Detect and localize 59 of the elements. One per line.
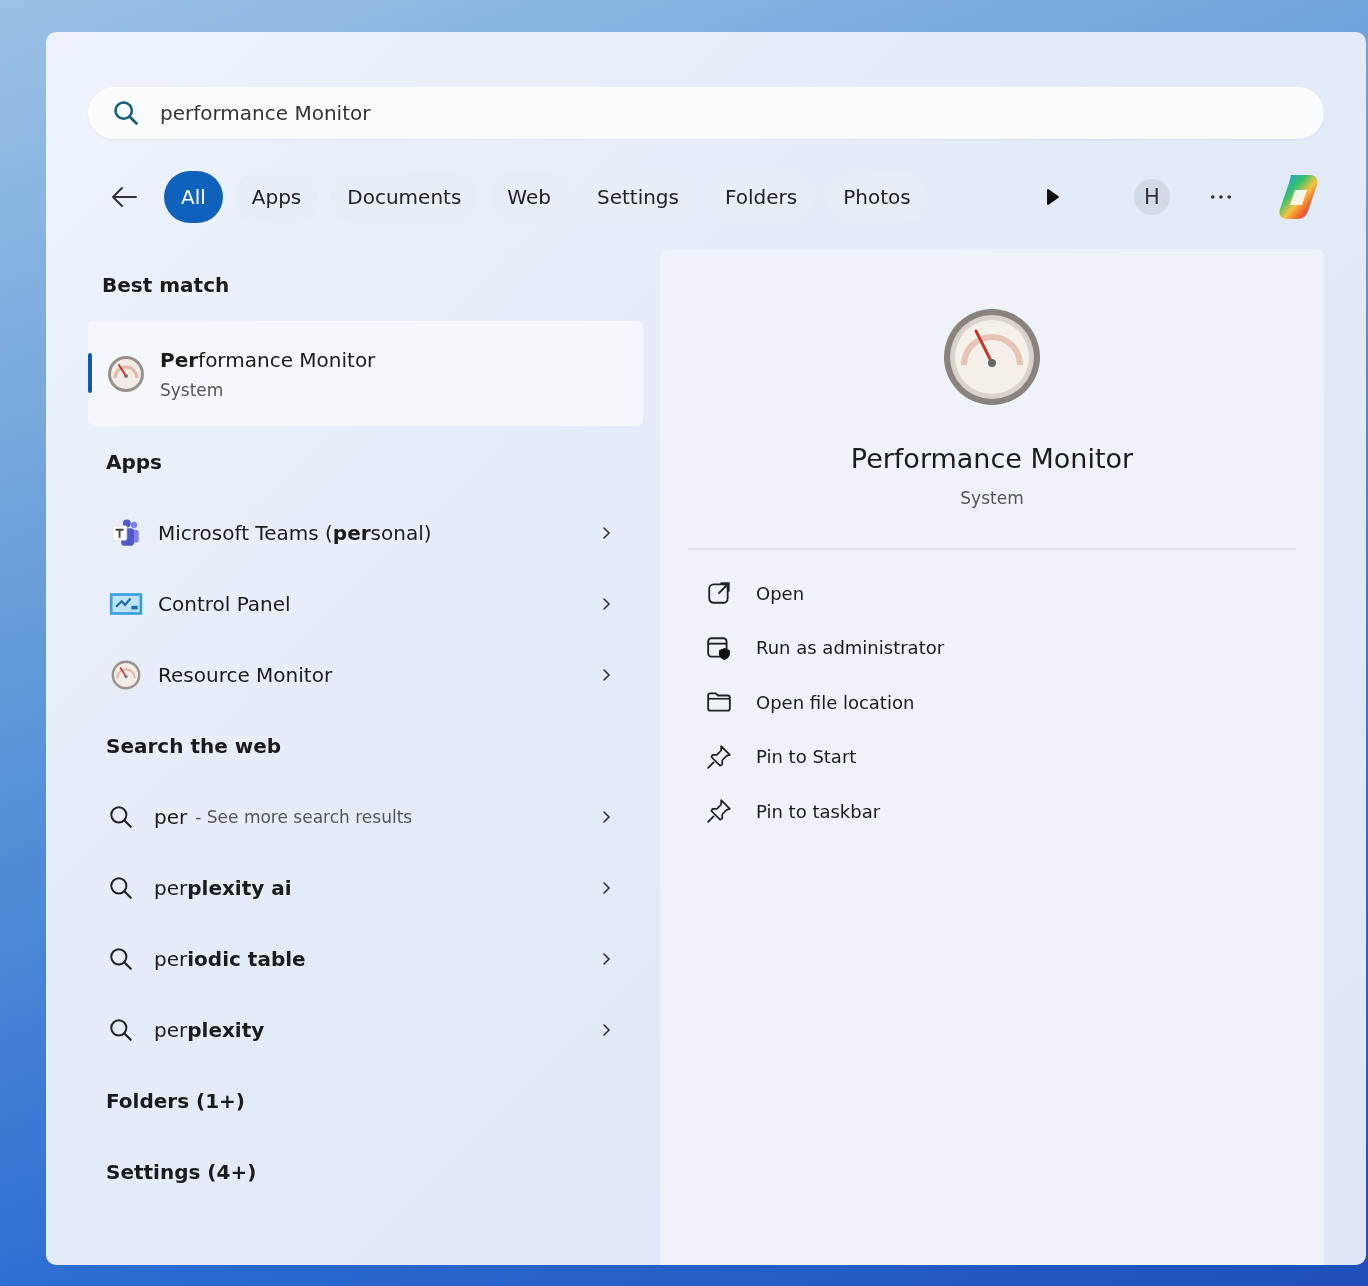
action-item[interactable]: Open	[688, 566, 1296, 621]
search-field[interactable]: performance Monitor	[88, 87, 1324, 139]
result-subtitle: System	[160, 379, 225, 400]
section-heading: Best match	[101, 272, 231, 299]
result-title: Microsoft Teams (personal)	[158, 520, 432, 545]
search-icon	[108, 874, 134, 901]
chevron-right-icon	[601, 950, 611, 967]
search-icon	[108, 945, 134, 972]
section-heading: Apps	[105, 448, 163, 476]
account-avatar[interactable]: H	[1134, 179, 1170, 215]
chevron-right-icon	[601, 1021, 611, 1038]
chevron-right-icon	[601, 524, 611, 541]
action-label: Run as administrator	[756, 637, 945, 659]
gauge-icon	[106, 353, 146, 394]
section-heading[interactable]: Settings (4+)	[88, 1136, 643, 1207]
play-icon[interactable]	[1046, 188, 1060, 206]
filter-tab[interactable]: All	[164, 171, 223, 223]
search-icon	[108, 803, 134, 830]
section-heading: Search the web	[105, 732, 283, 760]
result-title: per	[154, 804, 188, 829]
external-link-icon	[706, 580, 732, 607]
result-item[interactable]: perplexity	[88, 994, 643, 1065]
chevron-right-icon	[601, 595, 611, 612]
action-item[interactable]: Run as administrator	[688, 620, 1296, 675]
chevron-right-icon	[601, 879, 611, 896]
action-item[interactable]: Pin to taskbar	[688, 784, 1296, 839]
app-title: Performance Monitor	[850, 443, 1134, 474]
action-item[interactable]: Open file location	[688, 675, 1296, 730]
more-icon[interactable]	[1210, 194, 1232, 200]
result-title: Performance Monitor	[160, 347, 376, 372]
pin-icon	[706, 743, 732, 770]
result-title: periodic table	[154, 946, 306, 971]
action-label: Open	[756, 582, 805, 604]
action-item[interactable]: Pin to Start	[688, 729, 1296, 784]
app-subtitle: System	[960, 488, 1024, 508]
result-title: Control Panel	[158, 591, 291, 616]
window-shield-icon	[706, 634, 732, 661]
result-title: perplexity	[154, 1017, 265, 1042]
action-label: Pin to Start	[756, 746, 857, 768]
pin-icon	[706, 798, 732, 825]
action-label: Open file location	[756, 691, 915, 713]
result-item[interactable]: per - See more search results	[88, 781, 643, 852]
result-title: Resource Monitor	[158, 662, 333, 687]
result-item[interactable]: Resource Monitor	[88, 639, 643, 710]
result-item[interactable]: Microsoft Teams (personal)	[88, 497, 643, 568]
result-item[interactable]: periodic table	[88, 923, 643, 994]
action-label: Pin to taskbar	[756, 800, 881, 822]
chevron-right-icon	[601, 666, 611, 683]
section-heading[interactable]: Folders (1+)	[88, 1065, 643, 1136]
chevron-right-icon	[601, 808, 611, 825]
best-match-item[interactable]: Performance Monitor System	[88, 321, 643, 426]
result-item[interactable]: Control Panel	[88, 568, 643, 639]
selection-indicator	[88, 353, 92, 393]
search-icon	[108, 1016, 134, 1043]
result-title: perplexity ai	[154, 875, 292, 900]
gauge-icon	[942, 307, 1042, 407]
result-item[interactable]: perplexity ai	[88, 852, 643, 923]
result-hint: - See more search results	[195, 806, 413, 827]
back-arrow-icon[interactable]	[110, 185, 138, 209]
